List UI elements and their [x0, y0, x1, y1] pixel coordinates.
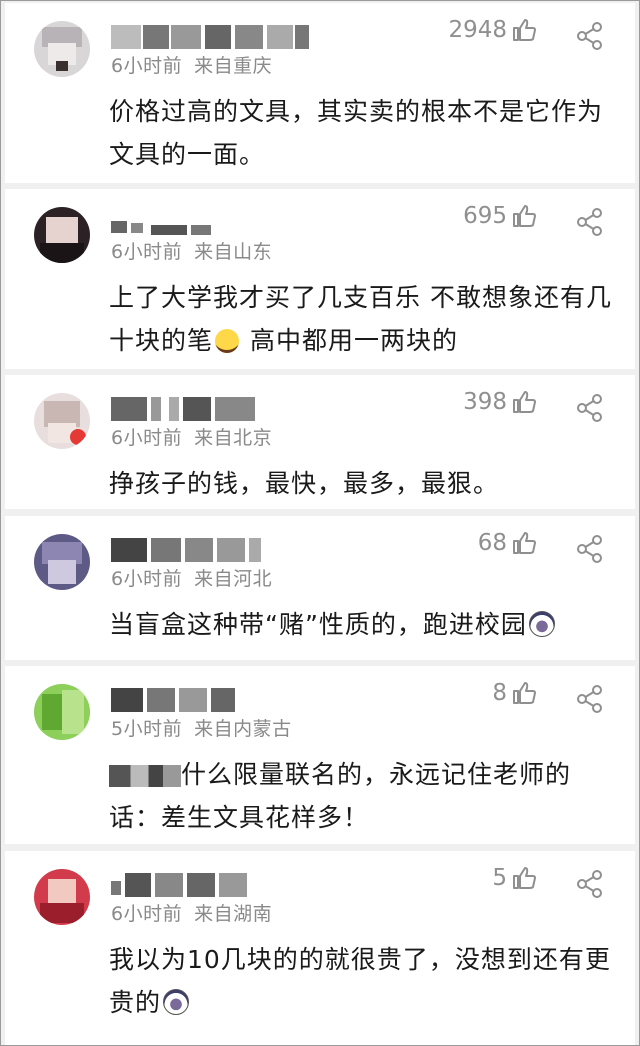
share-icon[interactable]: [575, 684, 605, 714]
comment-item: 6小时前 来自山东 695 上了大学我才买了几支百乐 不敢想象还有几十块的笔 高中…: [5, 189, 635, 369]
comment-list: 6小时前 来自重庆 2948 价格过高的文具，其实卖的根本不是它作为文具的一面。 …: [0, 0, 640, 1046]
comment-location: 来自山东: [194, 241, 273, 263]
avatar[interactable]: [34, 393, 90, 449]
shocked-emoji: [163, 989, 190, 1015]
redacted-text: [109, 765, 181, 787]
comment-text: 价格过高的文具，其实卖的根本不是它作为文具的一面。: [109, 97, 604, 169]
username-redacted[interactable]: [111, 211, 311, 235]
share-icon[interactable]: [575, 393, 605, 423]
comment-location: 来自内蒙古: [194, 718, 292, 740]
like-button[interactable]: 68: [478, 530, 537, 556]
username-redacted[interactable]: [111, 873, 311, 897]
comment-location: 来自北京: [194, 427, 273, 449]
thumbs-up-icon: [513, 19, 536, 41]
username-redacted[interactable]: [111, 25, 311, 49]
like-button[interactable]: 8: [492, 680, 537, 706]
comment-item: 6小时前 来自北京 398 挣孩子的钱，最快，最多，最狠。: [5, 375, 635, 509]
comment-text-part: 当盲盒这种带“赌”性质的，跑进校园: [109, 610, 527, 639]
avatar[interactable]: [34, 534, 90, 590]
comment-text: 上了大学我才买了几支百乐 不敢想象还有几十块的笔 高中都用一两块的: [109, 276, 619, 362]
like-count: 68: [477, 530, 507, 556]
like-button[interactable]: 2948: [448, 17, 537, 43]
comment-meta: 6小时前 来自重庆: [111, 51, 272, 78]
comment-item: 5小时前 来自内蒙古 8 什么限量联名的，永远记住老师的话：差生文具花样多！: [5, 666, 635, 844]
comment-meta: 6小时前 来自北京: [111, 423, 272, 450]
username-redacted[interactable]: [111, 538, 311, 562]
like-count: 8: [492, 680, 507, 706]
comment-item: 6小时前 来自河北 68 当盲盒这种带“赌”性质的，跑进校园: [5, 516, 635, 660]
comment-location: 来自河北: [194, 568, 273, 590]
like-count: 2948: [448, 17, 507, 43]
comment-time: 6小时前: [111, 568, 183, 590]
comment-text: 什么限量联名的，永远记住老师的话：差生文具花样多！: [109, 753, 619, 839]
like-button[interactable]: 398: [463, 389, 537, 415]
comment-meta: 6小时前 来自湖南: [111, 899, 272, 926]
comment-meta: 6小时前 来自河北: [111, 564, 272, 591]
share-icon[interactable]: [575, 207, 605, 237]
avatar[interactable]: [34, 684, 90, 740]
avatar[interactable]: [34, 207, 90, 263]
like-count: 5: [492, 865, 507, 891]
thumbs-up-icon: [513, 205, 536, 227]
laughing-crying-emoji: [215, 329, 240, 353]
comment-time: 6小时前: [111, 427, 183, 449]
comment-text: 我以为10几块的的就很贵了，没想到还有更贵的: [109, 938, 619, 1024]
comment-text: 当盲盒这种带“赌”性质的，跑进校园: [109, 603, 619, 646]
comment-location: 来自重庆: [194, 55, 273, 77]
comment-time: 5小时前: [111, 718, 183, 740]
share-icon[interactable]: [575, 869, 605, 899]
avatar[interactable]: [34, 21, 90, 77]
thumbs-up-icon: [513, 532, 536, 554]
comment-location: 来自湖南: [194, 903, 273, 925]
like-count: 695: [463, 203, 507, 229]
thumbs-up-icon: [513, 391, 536, 413]
share-icon[interactable]: [575, 534, 605, 564]
comment-meta: 5小时前 来自内蒙古: [111, 714, 292, 741]
comment-text: 挣孩子的钱，最快，最多，最狠。: [109, 469, 500, 498]
thumbs-up-icon: [513, 867, 536, 889]
thumbs-up-icon: [513, 682, 536, 704]
comment-text-part: 高中都用一两块的: [241, 326, 458, 355]
comment-time: 6小时前: [111, 55, 183, 77]
comment-time: 6小时前: [111, 903, 183, 925]
share-icon[interactable]: [575, 21, 605, 51]
shocked-emoji: [528, 611, 555, 637]
comment-meta: 6小时前 来自山东: [111, 237, 272, 264]
comment-time: 6小时前: [111, 241, 183, 263]
comment-item: 6小时前 来自湖南 5 我以为10几块的的就很贵了，没想到还有更贵的: [5, 851, 635, 1045]
comment-item: 6小时前 来自重庆 2948 价格过高的文具，其实卖的根本不是它作为文具的一面。: [5, 3, 635, 183]
like-count: 398: [463, 389, 507, 415]
like-button[interactable]: 5: [492, 865, 537, 891]
like-button[interactable]: 695: [463, 203, 537, 229]
username-redacted[interactable]: [111, 397, 311, 421]
avatar[interactable]: [34, 869, 90, 925]
username-redacted[interactable]: [111, 688, 311, 712]
